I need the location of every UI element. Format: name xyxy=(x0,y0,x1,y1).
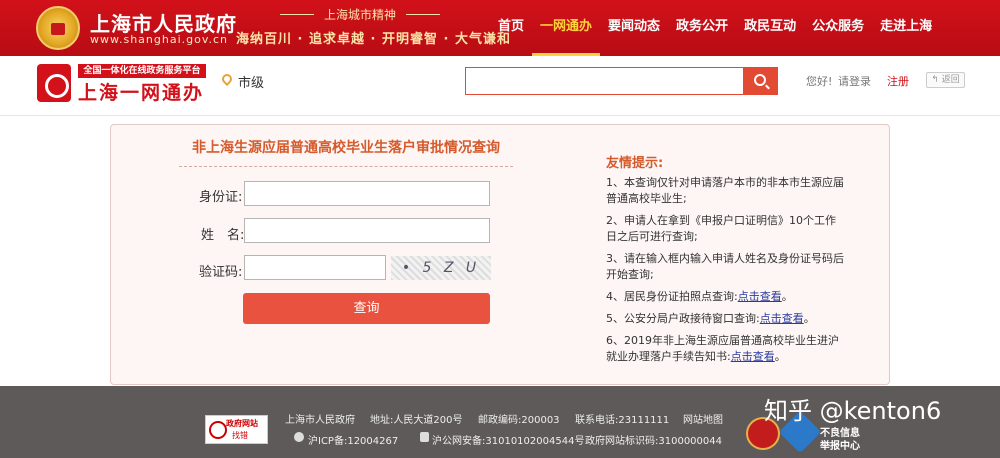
tip-item: 2、申请人在拿到《申报户口证明信》10个工作日之后可进行查询; xyxy=(606,213,846,245)
back-button[interactable]: ↰ 返回 xyxy=(926,72,965,88)
location-selector[interactable]: 市级 xyxy=(238,72,264,91)
tip-suffix: 。 xyxy=(781,290,793,303)
tips-list: 1、本查询仅针对申请落户本市的非本市生源应届普通高校毕业生; 2、申请人在拿到《… xyxy=(606,175,846,371)
tip-text: 6、2019年非上海生源应届普通高校毕业生进沪就业办理落户手续告知书: xyxy=(606,334,839,363)
footer-postcode: 邮政编码:200003 xyxy=(478,415,560,426)
tip-text: 4、居民身份证拍照点查询: xyxy=(606,290,738,303)
tip-link-notice[interactable]: 点击查看 xyxy=(731,350,775,363)
platform-tag: 全国一体化在线政务服务平台 xyxy=(78,64,206,78)
name-input[interactable] xyxy=(244,218,490,243)
footer-icp[interactable]: 沪ICP备:12004267 xyxy=(308,432,398,447)
tip-suffix: 。 xyxy=(774,350,786,363)
tip-text: 3、请在输入框内输入申请人姓名及身份证号码后开始查询; xyxy=(606,252,844,281)
tip-item: 6、2019年非上海生源应届普通高校毕业生进沪就业办理落户手续告知书:点击查看。 xyxy=(606,333,846,365)
tip-text: 2、申请人在拿到《申报户口证明信》10个工作日之后可进行查询; xyxy=(606,214,836,243)
tip-suffix: 。 xyxy=(803,312,815,325)
captcha-input[interactable] xyxy=(244,255,386,280)
tip-item: 1、本查询仅针对申请落户本市的非本市生源应届普通高校毕业生; xyxy=(606,175,846,207)
top-nav: 首页 一网通办 要闻动态 政务公开 政民互动 公众服务 走进上海 xyxy=(490,0,940,56)
icp-icon xyxy=(294,432,304,442)
captcha-image[interactable]: • 5 Z U xyxy=(391,256,491,280)
tip-link-id-photo[interactable]: 点击查看 xyxy=(738,290,782,303)
footer: 政府网站 找错 上海市人民政府 地址:人民大道200号 邮政编码:200003 … xyxy=(0,386,1000,458)
tip-text: 1、本查询仅针对申请落户本市的非本市生源应届普通高校毕业生; xyxy=(606,176,844,205)
search-input[interactable] xyxy=(465,67,743,95)
id-number-input[interactable] xyxy=(244,181,490,206)
id-label: 身份证: xyxy=(199,190,243,205)
gov-site-error-badge[interactable]: 政府网站 找错 xyxy=(205,415,268,444)
footer-sitemap-link[interactable]: 网站地图 xyxy=(683,411,723,426)
footer-address: 地址:人民大道200号 xyxy=(370,415,463,426)
zhihu-watermark: 知乎 @kenton6 xyxy=(764,397,942,425)
nav-news[interactable]: 要闻动态 xyxy=(600,0,668,56)
police-badge-icon xyxy=(420,432,429,442)
nav-ywtb[interactable]: 一网通办 xyxy=(532,0,601,56)
query-panel: 非上海生源应届普通高校毕业生落户审批情况查询 身份证: 姓 名: 验证码: • … xyxy=(110,124,890,385)
title-divider xyxy=(179,166,513,167)
report-center-sub[interactable]: 举报中心 xyxy=(820,437,860,452)
sub-header: 全国一体化在线政务服务平台 上海一网通办 市级 您好! 请登录 注册 ↰ 返回 xyxy=(0,56,1000,116)
tips-title: 友情提示: xyxy=(606,156,664,171)
name-label: 姓 名: xyxy=(201,228,245,243)
search-icon xyxy=(754,74,766,86)
site-url: www.shanghai.gov.cn xyxy=(90,33,229,46)
platform-name[interactable]: 上海一网通办 xyxy=(78,78,204,105)
location-pin-icon xyxy=(219,71,235,87)
footer-police-record[interactable]: 沪公网安备:31010102004544号 xyxy=(432,432,584,447)
tip-item: 3、请在输入框内输入申请人姓名及身份证号码后开始查询; xyxy=(606,251,846,283)
register-link[interactable]: 注册 xyxy=(887,73,909,89)
query-title: 非上海生源应届普通高校毕业生落户审批情况查询 xyxy=(192,140,500,156)
badge-title: 政府网站 xyxy=(226,419,258,428)
tip-item: 4、居民身份证拍照点查询:点击查看。 xyxy=(606,289,846,305)
captcha-label: 验证码: xyxy=(199,265,243,280)
top-bar: 上海市人民政府 www.shanghai.gov.cn 上海城市精神 海纳百川 … xyxy=(0,0,1000,56)
tip-link-police-window[interactable]: 点击查看 xyxy=(760,312,804,325)
footer-phone: 联系电话:23111111 xyxy=(575,415,670,426)
tip-item: 5、公安分局户政接待窗口查询:点击查看。 xyxy=(606,311,846,327)
city-spirit-slogan: 海纳百川 · 追求卓越 · 开明睿智 · 大气谦和 xyxy=(236,32,511,47)
query-button[interactable]: 查询 xyxy=(243,293,490,324)
footer-org: 上海市人民政府 xyxy=(285,415,355,426)
back-label: 返回 xyxy=(941,75,960,85)
footer-site-id: 政府网站标识码:3100000044 xyxy=(585,436,722,447)
ywtb-logo-icon[interactable] xyxy=(37,64,71,102)
greeting-text: 您好! xyxy=(806,75,833,88)
search-button[interactable] xyxy=(743,67,778,95)
badge-sub: 找错 xyxy=(232,431,248,440)
nav-about-shanghai[interactable]: 走进上海 xyxy=(872,0,940,56)
gov-emblem-icon xyxy=(36,6,80,50)
nav-home[interactable]: 首页 xyxy=(490,0,532,56)
tip-text: 5、公安分局户政接待窗口查询: xyxy=(606,312,760,325)
login-link[interactable]: 请登录 xyxy=(838,73,871,89)
nav-open-gov[interactable]: 政务公开 xyxy=(668,0,736,56)
city-spirit-title: 上海城市精神 xyxy=(280,6,440,23)
nav-public-service[interactable]: 公众服务 xyxy=(804,0,872,56)
nav-interaction[interactable]: 政民互动 xyxy=(736,0,804,56)
